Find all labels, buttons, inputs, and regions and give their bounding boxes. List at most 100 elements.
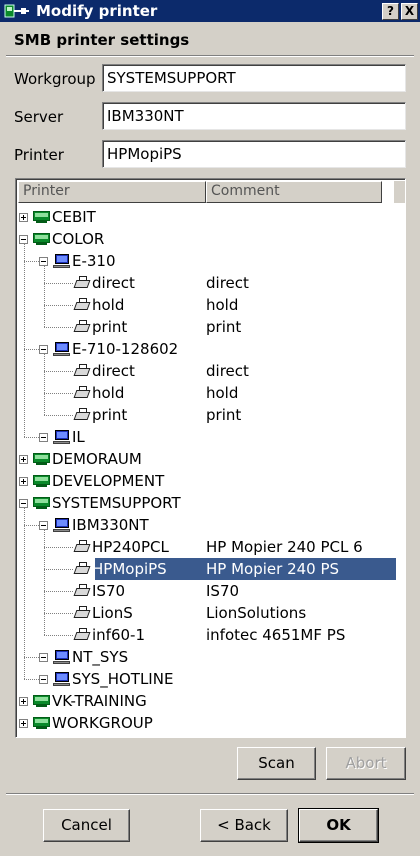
tree-row[interactable]: SYSTEMSUPPORT [16,492,405,514]
network-icon [33,693,51,709]
workgroup-input[interactable] [102,64,406,92]
network-icon [33,209,51,225]
expand-icon[interactable] [19,477,28,486]
abort-button[interactable]: Abort [326,747,406,780]
collapse-icon[interactable] [39,345,48,354]
expand-icon[interactable] [19,719,28,728]
collapse-icon[interactable] [19,235,28,244]
tree-row[interactable]: E-710-128602 [16,338,405,360]
tree-row-comment: direct [206,362,249,380]
window-menu-icon[interactable] [4,2,30,20]
column-header-printer[interactable]: Printer [18,181,206,203]
tree-row[interactable]: NT_SYS [16,646,405,668]
tree-connector [24,679,39,680]
tree-connector [44,371,73,372]
tree-row-label: print [92,406,128,424]
tree-row-label: hold [92,296,125,314]
tree-connector [24,261,39,262]
tree-row[interactable]: hold hold [16,382,405,404]
network-icon [33,231,51,247]
tree-row[interactable]: direct direct [16,272,405,294]
printer-icon [73,363,91,379]
tree-branch-line [24,508,25,679]
tree-row[interactable]: HPMopiPS HP Mopier 240 PS [16,558,405,580]
network-icon [33,473,51,489]
tree-connector [44,569,73,570]
collapse-icon[interactable] [19,499,28,508]
computer-icon [53,341,71,357]
section-title: SMB printer settings [14,31,190,49]
tree-row-label: HPMopiPS [92,560,167,578]
expand-icon[interactable] [19,697,28,706]
tree-row-comment: direct [206,274,249,292]
buttons-divider [6,793,414,795]
collapse-icon[interactable] [39,521,48,530]
server-input[interactable] [102,102,406,130]
printer-input[interactable] [102,140,406,168]
tree-row[interactable]: DEVELOPMENT [16,470,405,492]
tree-connector [44,283,73,284]
server-label: Server [14,108,64,126]
collapse-icon[interactable] [39,653,48,662]
tree-connector [44,591,73,592]
tree-connector [44,635,73,636]
tree-branch-line [44,354,45,415]
tree-row[interactable]: IL [16,426,405,448]
tree-row[interactable]: print print [16,316,405,338]
tree-row[interactable]: E-310 [16,250,405,272]
tree-row[interactable]: DEMORAUM [16,448,405,470]
collapse-icon[interactable] [39,433,48,442]
collapse-icon[interactable] [39,257,48,266]
printer-icon [73,561,91,577]
tree-row-label: E-710-128602 [72,340,179,358]
cancel-button[interactable]: Cancel [43,809,130,842]
tree-row[interactable]: SYS_HOTLINE [16,668,405,690]
tree-row-label: hold [92,384,125,402]
help-button[interactable]: ? [382,2,399,20]
tree-row-label: inf60-1 [92,626,145,644]
tree-row[interactable]: IBM330NT [16,514,405,536]
title-bar[interactable]: Modify printer ? X [0,0,420,22]
back-button[interactable]: < Back [200,809,288,842]
tree-row-comment: hold [206,384,239,402]
tree-row-label: SYS_HOTLINE [72,670,174,688]
tree-connector [24,525,39,526]
tree-row-comment: print [206,318,242,336]
computer-icon [53,671,71,687]
scan-button[interactable]: Scan [237,747,316,780]
network-icon [33,495,51,511]
header-corner [394,181,405,203]
printer-label: Printer [14,146,64,164]
tree-connector [24,657,39,658]
tree-row[interactable]: CEBIT [16,206,405,228]
tree-row[interactable]: direct direct [16,360,405,382]
close-button[interactable]: X [401,2,418,20]
tree-row-label: IS70 [92,582,126,600]
tree-row[interactable]: VK-TRAINING [16,690,405,712]
ok-button[interactable]: OK [298,808,379,843]
collapse-icon[interactable] [39,675,48,684]
tree-row[interactable]: IS70 IS70 [16,580,405,602]
expand-icon[interactable] [19,455,28,464]
tree-header: Printer Comment [18,181,394,203]
tree-row[interactable]: HP240PCL HP Mopier 240 PCL 6 [16,536,405,558]
printer-icon [73,275,91,291]
tree-row[interactable]: COLOR [16,228,405,250]
tree-row-comment: infotec 4651MF PS [206,626,346,644]
column-header-comment[interactable]: Comment [206,181,382,203]
tree-row[interactable]: print print [16,404,405,426]
network-icon [33,451,51,467]
tree-row[interactable]: hold hold [16,294,405,316]
tree-row-label: direct [92,274,135,292]
tree-row[interactable]: LionS LionSolutions [16,602,405,624]
tree-row[interactable]: WORKGROUP [16,712,405,734]
printer-icon [73,583,91,599]
tree-connector [24,349,39,350]
expand-icon[interactable] [19,213,28,222]
tree-row-comment: print [206,406,242,424]
tree-row-label: COLOR [52,230,105,248]
tree-connector [44,393,73,394]
printer-tree[interactable]: Printer Comment CEBIT COLOR E-310 direct dir… [15,178,406,738]
printer-icon [73,605,91,621]
tree-row[interactable]: inf60-1 infotec 4651MF PS [16,624,405,646]
